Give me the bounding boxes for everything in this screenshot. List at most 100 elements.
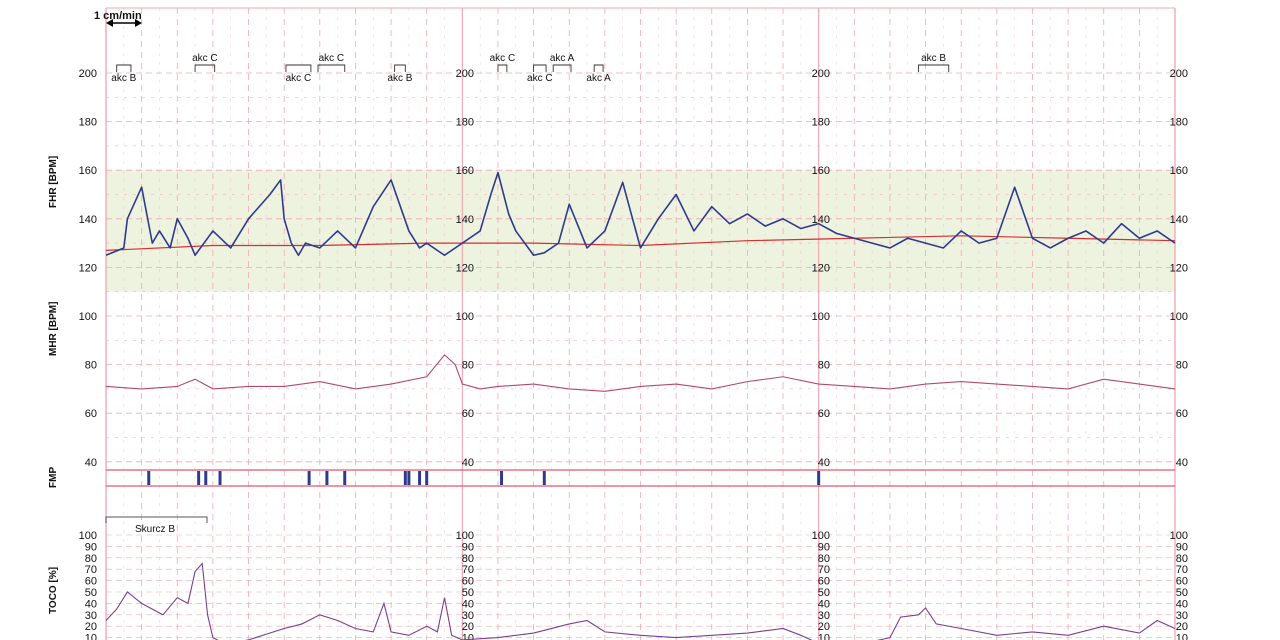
toco-tick-label: 10 (818, 633, 830, 640)
hr-tick-label: 40 (818, 457, 830, 469)
toco-tick-label: 30 (818, 610, 830, 622)
acceleration-bracket (394, 64, 406, 72)
hr-tick-label: 160 (1170, 165, 1188, 177)
fmp-marker (325, 471, 329, 485)
hr-tick-label: 120 (456, 262, 474, 274)
acceleration-bracket (116, 64, 132, 72)
fmp-marker (197, 471, 201, 485)
hr-tick-label: 80 (85, 360, 97, 372)
contraction-label: Skurcz B (135, 524, 175, 535)
fmp-marker (817, 471, 821, 485)
acceleration-label: akc C (490, 53, 516, 64)
toco-tick-label: 60 (85, 576, 97, 588)
fmp-marker (307, 471, 311, 485)
hr-tick-label: 180 (79, 117, 97, 129)
fmp-marker (218, 471, 222, 485)
hr-tick-label: 180 (1170, 117, 1188, 129)
hr-tick-label: 40 (462, 457, 474, 469)
toco-tick-label: 80 (818, 553, 830, 565)
acceleration-label: akc B (111, 73, 136, 84)
contraction-bracket (105, 516, 208, 523)
toco-tick-label: 70 (1176, 564, 1188, 576)
toco-tick-label: 20 (462, 621, 474, 633)
toco-tick-label: 30 (85, 610, 97, 622)
toco-tick-label: 70 (818, 564, 830, 576)
acceleration-label: akc B (921, 53, 946, 64)
toco-tick-label: 100 (812, 530, 830, 542)
acceleration-bracket (593, 64, 604, 72)
hr-tick-label: 100 (812, 311, 830, 323)
toco-tick-label: 100 (456, 530, 474, 542)
acceleration-label: akc A (550, 53, 575, 64)
acceleration-bracket (317, 64, 346, 72)
acceleration-bracket (533, 64, 547, 72)
fmp-marker (407, 471, 411, 485)
hr-tick-label: 80 (462, 360, 474, 372)
y-tick-labels: 2001801601401201008060401009080706050403… (79, 68, 1188, 640)
toco-tick-label: 20 (818, 621, 830, 633)
hr-tick-label: 40 (1176, 457, 1188, 469)
toco-tick-label: 40 (1176, 598, 1188, 610)
acceleration-bracket (194, 64, 216, 72)
hr-tick-label: 160 (456, 165, 474, 177)
fmp-axis-label: FMP (48, 467, 59, 488)
fmp-marker (204, 471, 208, 485)
hr-tick-label: 140 (1170, 214, 1188, 226)
toco-tick-label: 20 (1176, 621, 1188, 633)
ctg-chart: 2001801601401201008060401009080706050403… (48, 7, 1188, 640)
toco-tick-label: 10 (1176, 633, 1188, 640)
chart-grid (105, 7, 1176, 640)
toco-tick-label: 50 (85, 587, 97, 599)
acceleration-label: akc C (527, 73, 553, 84)
hr-tick-label: 120 (79, 262, 97, 274)
fmp-marker (542, 471, 546, 485)
toco-axis-label: TOCO [%] (48, 567, 59, 614)
hr-tick-label: 80 (1176, 360, 1188, 372)
acceleration-bracket (552, 64, 572, 72)
toco-tick-label: 50 (462, 587, 474, 599)
acceleration-label: akc C (286, 73, 312, 84)
toco-tick-label: 70 (462, 564, 474, 576)
toco-tick-label: 90 (818, 541, 830, 553)
toco-tick-label: 40 (85, 598, 97, 610)
toco-tick-label: 80 (462, 553, 474, 565)
hr-tick-label: 100 (79, 311, 97, 323)
toco-tick-label: 80 (85, 553, 97, 565)
hr-tick-label: 100 (456, 311, 474, 323)
toco-tick-label: 100 (1170, 530, 1188, 542)
acceleration-label: akc C (319, 53, 345, 64)
toco-tick-label: 100 (79, 530, 97, 542)
toco-tick-label: 90 (462, 541, 474, 553)
toco-tick-label: 70 (85, 564, 97, 576)
scale-label: 1 cm/min (94, 10, 142, 22)
hr-tick-label: 180 (812, 117, 830, 129)
fmp-marker (425, 471, 429, 485)
toco-tick-label: 60 (1176, 576, 1188, 588)
hr-tick-label: 160 (79, 165, 97, 177)
hr-tick-label: 200 (79, 68, 97, 80)
mhr-axis-label: MHR [BPM] (48, 302, 59, 356)
hr-tick-label: 100 (1170, 311, 1188, 323)
acceleration-label: akc A (586, 73, 611, 84)
acceleration-bracket (917, 64, 950, 72)
toco-tick-label: 50 (818, 587, 830, 599)
hr-tick-label: 60 (85, 408, 97, 420)
acceleration-label: akc B (387, 73, 412, 84)
hr-tick-label: 140 (456, 214, 474, 226)
contraction-annotation: Skurcz B (105, 516, 208, 535)
fhr-axis-label: FHR [BPM] (48, 156, 59, 208)
acceleration-bracket (497, 64, 508, 72)
toco-tick-label: 30 (462, 610, 474, 622)
hr-tick-label: 80 (818, 360, 830, 372)
hr-tick-label: 200 (812, 68, 830, 80)
scale-indicator: 1 cm/min (94, 10, 142, 27)
toco-tick-label: 50 (1176, 587, 1188, 599)
toco-tick-label: 90 (1176, 541, 1188, 553)
toco-tick-label: 40 (818, 598, 830, 610)
acceleration-label: akc C (192, 53, 218, 64)
toco-tick-label: 30 (1176, 610, 1188, 622)
acceleration-bracket (285, 64, 312, 72)
fmp-marker (403, 471, 407, 485)
toco-tick-label: 20 (85, 621, 97, 633)
fmp-marker (418, 471, 422, 485)
